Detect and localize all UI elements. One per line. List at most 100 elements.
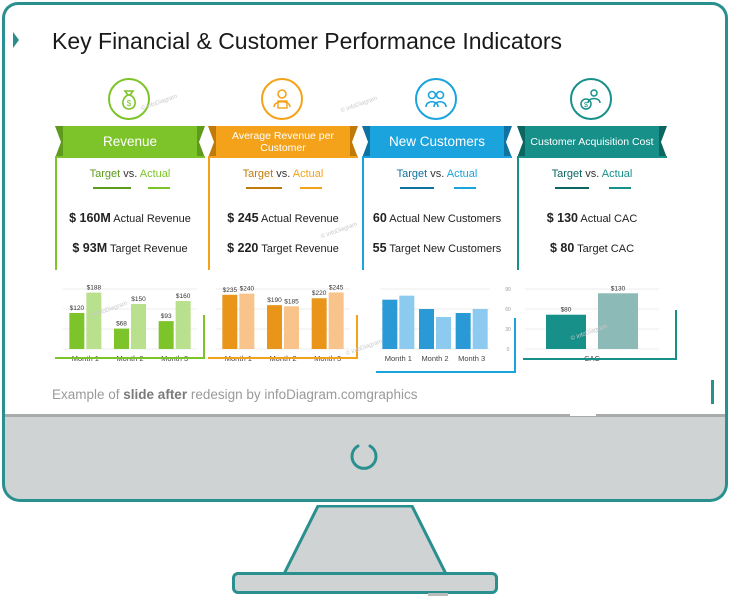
chart-bracket [55,357,205,359]
metric-value: $ 80 [549,241,575,255]
chart-arpc: $235$240Month 1$190$185Month 2$220$245Mo… [208,283,358,378]
y-tick-label: 90 [505,287,511,293]
acquisition-cost-icon: $ [570,78,612,120]
actual-text: Actual [292,168,324,180]
actual-underline [454,187,476,189]
bar [86,292,102,349]
slide-title: Key Financial & Customer Performance Ind… [52,28,563,54]
data-label: $93 [161,313,172,320]
money-bag-icon: $ [108,78,150,120]
metric-label: Actual Revenue [258,213,339,225]
footer-suffix: redesign by infoDiagram.com [187,387,367,402]
data-label: $120 [70,305,85,312]
bar [436,317,451,349]
bar [69,313,85,349]
metric-label: Target CAC [574,243,635,255]
metric-label: Target Revenue [258,243,339,255]
metric-actual: $ 245 Actual Revenue [208,211,358,225]
bar [399,295,415,349]
slide-footer: Example of slide after redesign by infoD… [52,387,417,402]
target-text: Target [89,168,121,180]
data-label: $188 [87,285,102,292]
ribbon-label-revenue: Revenue [102,134,158,150]
target-text: Target [242,168,274,180]
metric-value: $ 130 [546,211,578,225]
customer-revenue-icon [261,78,303,120]
y-tick-label: 30 [505,327,511,333]
footer-tail: graphics [366,387,418,402]
target-text: Target [551,168,583,180]
y-tick-label: 60 [505,307,511,313]
header-line [55,156,205,158]
bar [158,321,174,349]
metric-target: $ 220 Target Revenue [208,241,358,255]
target-underline [400,187,434,189]
x-tick-label: Month 2 [421,354,448,363]
data-label: $160 [176,293,191,300]
kpi-column-new-customers: New Customers Target vs. Actual 60 Actua… [362,78,516,378]
bar [598,293,638,349]
vs-text: vs. [123,168,138,180]
data-label: $80 [561,307,572,314]
edge-accent [711,380,714,404]
bar [455,313,471,349]
metric-target: $ 80 Target CAC [517,241,667,255]
metric-label: Target New Customers [386,243,502,255]
header-line [208,156,358,158]
target-underline [93,187,131,189]
monitor-stand [281,505,449,575]
bar [175,301,191,349]
metric-actual: 60 Actual New Customers [362,211,512,225]
metric-actual: $ 130 Actual CAC [517,211,667,225]
chart-bracket [376,371,516,373]
base-detail [428,593,448,596]
data-label: $235 [223,287,238,294]
kpi-column-revenue: $ Revenue Target vs. Actual $ 160M Actua… [55,78,205,378]
metric-value: 55 [372,241,387,255]
metric-value: $ 160M [69,211,111,225]
metric-label: Actual Revenue [110,213,191,225]
data-label: $130 [611,285,626,292]
header-line [517,156,667,158]
vs-text: vs. [430,168,445,180]
metric-actual: $ 160M Actual Revenue [55,211,205,225]
bar [131,304,146,349]
chart-bracket [203,315,205,357]
monitor-base [232,572,498,594]
data-label: $240 [240,286,255,293]
screen-notch [570,412,596,416]
data-label: $245 [329,284,344,291]
footer-bold: slide after [123,387,188,402]
svg-text:$: $ [584,102,588,109]
ribbon-label-cac: Customer Acquisition Cost [530,135,654,148]
target-vs-actual: Target vs. Actual [362,168,512,180]
metric-target: $ 93M Target Revenue [55,241,205,255]
target-underline [555,187,589,189]
actual-text: Actual [601,168,633,180]
target-underline [246,187,282,189]
actual-underline [609,187,631,189]
people-icon [415,78,457,120]
metric-value: $ 245 [227,211,259,225]
actual-text: Actual [139,168,171,180]
header-line [362,156,512,158]
chart-revenue: $120$188Month 1$68$150Month 2$93$160Mont… [55,283,205,378]
chart-bracket [514,318,516,371]
x-tick-label: Month 1 [385,354,412,363]
bar [239,293,255,349]
vs-text: vs. [585,168,600,180]
bar [419,309,434,349]
power-icon [350,444,378,470]
metric-target: 55 Target New Customers [362,241,512,255]
metric-label: Target Revenue [107,243,188,255]
x-tick-label: Month 3 [458,354,485,363]
data-label: $220 [312,290,327,297]
actual-underline [148,187,170,189]
svg-text:$: $ [127,99,132,108]
data-label: $150 [131,296,146,303]
footer-prefix: Example of [52,387,124,402]
bar [114,328,129,349]
ribbon-label-new-customers: New Customers [388,134,486,150]
bar [222,294,238,349]
data-label: $190 [267,297,282,304]
